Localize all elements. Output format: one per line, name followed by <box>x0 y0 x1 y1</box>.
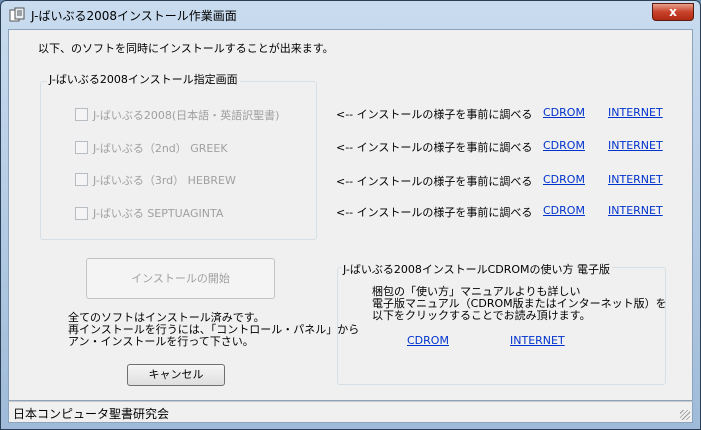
status-message-line3: アン・インストールを行って下さい。 <box>68 335 254 348</box>
install-options-group-label: J-ばいぶる2008インストール指定画面 <box>47 71 240 87</box>
checkbox-label-hebrew: J-ばいぶる（3rd） HEBREW <box>93 174 236 187</box>
cdrom-link-hebrew[interactable]: CDROM <box>543 173 585 186</box>
status-bar: 日本コンピュータ聖書研究会 <box>8 401 693 423</box>
checkbox-septuaginta[interactable] <box>75 207 88 220</box>
manual-cdrom-link[interactable]: CDROM <box>407 334 449 347</box>
window-title: J-ばいぶる2008インストール作業画面 <box>31 9 237 23</box>
close-button[interactable]: x <box>652 3 694 21</box>
resize-grip-icon[interactable] <box>680 410 690 420</box>
manual-internet-link[interactable]: INTERNET <box>510 334 565 347</box>
hint-text: <-- インストールの様子を事前に調べる <box>336 108 533 121</box>
internet-link-jbible2008[interactable]: INTERNET <box>608 106 663 119</box>
hint-text: <-- インストールの様子を事前に調べる <box>336 175 533 188</box>
internet-link-greek[interactable]: INTERNET <box>608 139 663 152</box>
internet-link-hebrew[interactable]: INTERNET <box>608 173 663 186</box>
manual-group-label: J-ばいぶる2008インストールCDROMの使い方 電子版 <box>341 261 613 277</box>
checkbox-greek[interactable] <box>75 141 88 154</box>
hint-text: <-- インストールの様子を事前に調べる <box>336 141 533 154</box>
checkbox-label-septuaginta: J-ばいぶる SEPTUAGINTA <box>93 207 224 220</box>
hint-text: <-- インストールの様子を事前に調べる <box>336 206 533 219</box>
cancel-button[interactable]: キャンセル <box>127 364 225 386</box>
start-install-button[interactable]: インストールの開始 <box>86 258 275 299</box>
intro-text: 以下、のソフトを同時にインストールすることが出来ます。 <box>38 42 334 55</box>
manual-text-line3: 以下をクリックすることでお読み頂けます。 <box>372 309 591 322</box>
installer-window: J-ばいぶる2008インストール作業画面 x 以下、のソフトを同時にインストール… <box>0 0 701 430</box>
checkbox-jbible2008[interactable] <box>75 108 88 121</box>
checkbox-label-greek: J-ばいぶる（2nd） GREEK <box>93 142 228 155</box>
cdrom-link-septuaginta[interactable]: CDROM <box>543 204 585 217</box>
title-bar[interactable]: J-ばいぶる2008インストール作業画面 x <box>1 1 700 29</box>
cdrom-link-greek[interactable]: CDROM <box>543 139 585 152</box>
installer-app-icon <box>9 7 25 22</box>
checkbox-hebrew[interactable] <box>75 173 88 186</box>
checkbox-label-jbible2008: J-ばいぶる2008(日本語・英語訳聖書) <box>93 109 280 122</box>
close-icon: x <box>669 5 677 19</box>
status-bar-text: 日本コンピュータ聖書研究会 <box>13 407 170 421</box>
dialog-client-area: 以下、のソフトを同時にインストールすることが出来ます。 J-ばいぶる2008イン… <box>8 29 693 401</box>
cdrom-link-jbible2008[interactable]: CDROM <box>543 106 585 119</box>
internet-link-septuaginta[interactable]: INTERNET <box>608 204 663 217</box>
